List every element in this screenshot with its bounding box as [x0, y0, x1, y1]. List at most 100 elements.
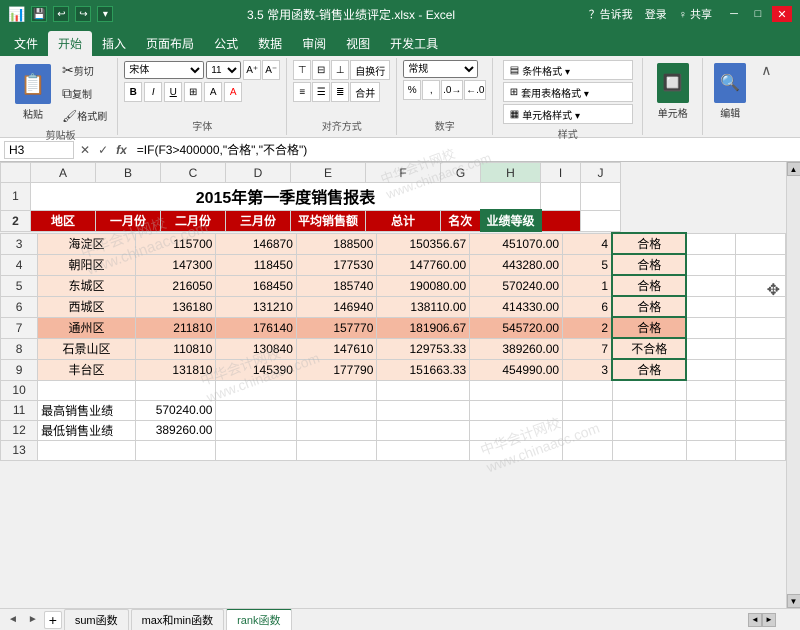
table-cell[interactable]: [686, 420, 736, 440]
table-cell[interactable]: 合格: [612, 275, 686, 296]
table-cell[interactable]: [563, 400, 613, 420]
table-cell[interactable]: 454990.00: [470, 359, 563, 380]
ribbon-collapse[interactable]: ∧: [757, 58, 775, 135]
table-cell[interactable]: [563, 380, 613, 400]
scroll-h-right[interactable]: ►: [762, 613, 776, 627]
table-cell[interactable]: 146940: [296, 296, 376, 317]
align-bottom-btn[interactable]: ⊥: [331, 60, 349, 80]
merge-btn[interactable]: 合并: [350, 82, 380, 102]
col-b[interactable]: B: [96, 163, 161, 183]
scroll-tabs-right[interactable]: ►: [24, 614, 42, 625]
table-cell[interactable]: 190080.00: [377, 275, 470, 296]
table-cell[interactable]: [612, 420, 686, 440]
table-cell[interactable]: [296, 420, 376, 440]
align-right-btn[interactable]: ≣: [331, 82, 349, 102]
table-cell[interactable]: [736, 380, 786, 400]
align-middle-btn[interactable]: ⊟: [312, 60, 330, 80]
table-cell[interactable]: [377, 380, 470, 400]
table-cell[interactable]: 150356.67: [377, 233, 470, 254]
table-cell[interactable]: 216050: [135, 275, 215, 296]
col-j[interactable]: J: [581, 163, 621, 183]
share-btn[interactable]: ♀ 共享: [679, 6, 712, 22]
table-cell[interactable]: 136180: [135, 296, 215, 317]
sheet-tab-sum[interactable]: sum函数: [64, 609, 129, 630]
table-cell[interactable]: 不合格: [612, 338, 686, 359]
table-cell[interactable]: 389260.00: [470, 338, 563, 359]
table-cell[interactable]: [377, 420, 470, 440]
table-cell[interactable]: 146870: [216, 233, 296, 254]
tab-insert[interactable]: 插入: [92, 31, 136, 56]
table-cell[interactable]: 东城区: [38, 275, 136, 296]
header-avg[interactable]: 平均销售额: [291, 210, 366, 231]
table-cell[interactable]: 2: [563, 317, 613, 338]
header-rank[interactable]: 名次: [441, 210, 481, 231]
table-cell[interactable]: [736, 440, 786, 460]
table-cell[interactable]: 147300: [135, 254, 215, 275]
paste-btn[interactable]: 📋 粘贴: [10, 61, 56, 124]
table-cell[interactable]: [686, 233, 736, 254]
tab-review[interactable]: 审阅: [292, 31, 336, 56]
table-cell[interactable]: 177790: [296, 359, 376, 380]
table-cell[interactable]: 10: [1, 380, 38, 400]
table-cell[interactable]: [38, 440, 136, 460]
number-format-select[interactable]: 常规: [403, 60, 478, 78]
header-mar[interactable]: 三月份: [226, 210, 291, 231]
table-cell[interactable]: 5: [563, 254, 613, 275]
table-cell[interactable]: [135, 380, 215, 400]
table-format-btn[interactable]: ⊞套用表格格式 ▾: [503, 82, 633, 102]
cell-j2[interactable]: [581, 210, 621, 231]
table-cell[interactable]: 13: [1, 440, 38, 460]
col-i[interactable]: I: [541, 163, 581, 183]
table-cell[interactable]: [686, 380, 736, 400]
tab-data[interactable]: 数据: [248, 31, 292, 56]
table-cell[interactable]: [686, 254, 736, 275]
wrap-text-btn[interactable]: 自换行: [350, 60, 390, 80]
align-center-btn[interactable]: ☰: [312, 82, 330, 102]
table-cell[interactable]: [736, 233, 786, 254]
border-btn[interactable]: ⊞: [184, 82, 202, 102]
tab-file[interactable]: 文件: [4, 31, 48, 56]
table-cell[interactable]: 545720.00: [470, 317, 563, 338]
table-cell[interactable]: 通州区: [38, 317, 136, 338]
table-cell[interactable]: 5: [1, 275, 38, 296]
comma-btn[interactable]: ,: [422, 80, 440, 100]
table-cell[interactable]: 118450: [216, 254, 296, 275]
table-cell[interactable]: [686, 359, 736, 380]
table-cell[interactable]: 丰台区: [38, 359, 136, 380]
table-cell[interactable]: 1: [563, 275, 613, 296]
table-cell[interactable]: [563, 440, 613, 460]
table-cell[interactable]: [686, 317, 736, 338]
cut-btn[interactable]: ✂ 剪切: [58, 60, 111, 81]
table-cell[interactable]: 8: [1, 338, 38, 359]
table-cell[interactable]: [736, 338, 786, 359]
table-cell[interactable]: 443280.00: [470, 254, 563, 275]
table-cell[interactable]: 115700: [135, 233, 215, 254]
table-cell[interactable]: [377, 440, 470, 460]
tab-home[interactable]: 开始: [48, 31, 92, 56]
sheet-tab-rank[interactable]: rank函数: [226, 609, 291, 630]
cell-style-btn[interactable]: ▦单元格样式 ▾: [503, 104, 633, 124]
italic-btn[interactable]: I: [144, 82, 162, 102]
scroll-tabs-left[interactable]: ◄: [4, 614, 22, 625]
table-cell[interactable]: 168450: [216, 275, 296, 296]
table-cell[interactable]: 177530: [296, 254, 376, 275]
table-cell[interactable]: 211810: [135, 317, 215, 338]
table-cell[interactable]: [135, 440, 215, 460]
table-cell[interactable]: 176140: [216, 317, 296, 338]
table-cell[interactable]: [216, 400, 296, 420]
cell-i1[interactable]: [541, 183, 581, 211]
confirm-icon[interactable]: ✓: [96, 141, 110, 159]
fill-color-btn[interactable]: A: [204, 82, 222, 102]
scroll-up-btn[interactable]: ▲: [787, 162, 800, 176]
table-cell[interactable]: [296, 400, 376, 420]
align-left-btn[interactable]: ≡: [293, 82, 311, 102]
login-btn[interactable]: 登录: [645, 6, 667, 22]
table-cell[interactable]: 145390: [216, 359, 296, 380]
cell-btn[interactable]: 🔲 单元格: [652, 60, 694, 123]
col-d[interactable]: D: [226, 163, 291, 183]
spreadsheet-title[interactable]: 2015年第一季度销售报表: [31, 183, 541, 211]
expand-icon[interactable]: ✥: [767, 280, 780, 300]
table-cell[interactable]: [470, 440, 563, 460]
close-btn[interactable]: ✕: [772, 6, 792, 22]
tab-formula[interactable]: 公式: [204, 31, 248, 56]
